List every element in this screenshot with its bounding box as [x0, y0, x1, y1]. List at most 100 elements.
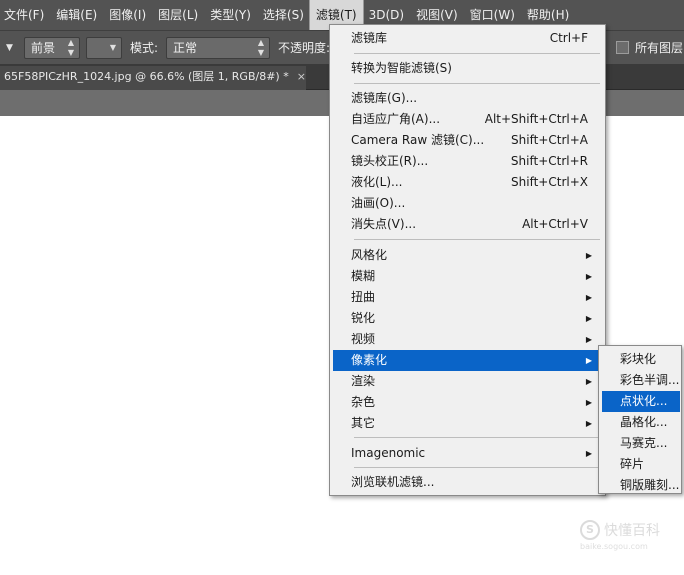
menu-item-liquify[interactable]: 液化(L)... Shift+Ctrl+X [333, 172, 602, 193]
menu-separator [354, 467, 600, 468]
menu-file[interactable]: 文件(F) [0, 0, 50, 30]
menu-item-oil-paint[interactable]: 油画(O)... [333, 193, 602, 214]
watermark: S 快懂百科 baike.sogou.com [580, 518, 680, 558]
watermark-text: 快懂百科 [604, 523, 660, 539]
menu-item-blur[interactable]: 模糊 ▶ [333, 266, 602, 287]
menu-item-sharpen[interactable]: 锐化 ▶ [333, 308, 602, 329]
menu-item-label: 模糊 [351, 269, 376, 283]
submenu-item-label: 点状化... [620, 394, 668, 408]
menu-separator [354, 437, 600, 438]
menu-item-stylize[interactable]: 风格化 ▶ [333, 245, 602, 266]
tool-preset-caret-icon[interactable]: ▼ [6, 43, 13, 53]
menu-item-adaptive-wide-angle[interactable]: 自适应广角(A)... Alt+Shift+Ctrl+A [333, 109, 602, 130]
menu-item-distort[interactable]: 扭曲 ▶ [333, 287, 602, 308]
menu-item-vanishing-point[interactable]: 消失点(V)... Alt+Ctrl+V [333, 214, 602, 235]
menu-item-label: Camera Raw 滤镜(C)... [351, 133, 485, 147]
menu-item-label: Imagenomic [351, 446, 426, 460]
submenu-arrow-icon: ▶ [585, 272, 592, 281]
mode-label: 模式: [130, 41, 159, 55]
menu-item-pixelate[interactable]: 像素化 ▶ [333, 350, 602, 371]
menu-item-shortcut: Alt+Shift+Ctrl+A [484, 112, 588, 126]
submenu-item-label: 晶格化... [620, 415, 668, 429]
menu-type[interactable]: 类型(Y) [204, 0, 257, 30]
menu-separator [354, 239, 600, 240]
submenu-item-mosaic[interactable]: 马赛克... [602, 433, 680, 454]
close-icon[interactable]: × [297, 70, 306, 83]
submenu-item-fragment[interactable]: 碎片 [602, 454, 680, 475]
menu-item-shortcut: Alt+Ctrl+V [522, 217, 588, 231]
menu-item-label: 浏览联机滤镜... [351, 475, 435, 489]
menu-item-lens-correction[interactable]: 镜头校正(R)... Shift+Ctrl+R [333, 151, 602, 172]
submenu-item-pointillize[interactable]: 点状化... [602, 391, 680, 412]
menu-item-label: 液化(L)... [351, 175, 403, 189]
menu-item-label: 扭曲 [351, 290, 376, 304]
submenu-arrow-icon: ▶ [585, 377, 592, 386]
document-tab-title: 65F58PICzHR_1024.jpg @ 66.6% (图层 1, RGB/… [4, 70, 289, 83]
menu-item-camera-raw[interactable]: Camera Raw 滤镜(C)... Shift+Ctrl+A [333, 130, 602, 151]
submenu-arrow-icon: ▶ [585, 356, 592, 365]
submenu-item-label: 碎片 [620, 457, 645, 471]
pattern-picker[interactable]: ▼ [86, 37, 122, 59]
fill-source-select[interactable]: 前景 ▲ ▼ [24, 37, 80, 59]
menu-item-label: 滤镜库(G)... [351, 91, 418, 105]
submenu-item-crystallize[interactable]: 晶格化... [602, 412, 680, 433]
menu-item-label: 自适应广角(A)... [351, 112, 441, 126]
menu-item-filter-gallery-last[interactable]: 滤镜库 Ctrl+F [333, 28, 602, 49]
submenu-item-label: 铜版雕刻... [620, 478, 680, 492]
all-layers-label: 所有图层 [635, 41, 684, 55]
all-layers-checkbox[interactable] [616, 41, 629, 54]
menu-item-label: 像素化 [351, 353, 388, 367]
updown-arrow-icon: ▲ ▼ [67, 38, 74, 57]
filter-menu: 滤镜库 Ctrl+F 转换为智能滤镜(S) 滤镜库(G)... 自适应广角(A)… [329, 24, 606, 496]
submenu-arrow-icon: ▶ [585, 335, 592, 344]
fill-source-value: 前景 [31, 41, 56, 55]
menu-select[interactable]: 选择(S) [257, 0, 310, 30]
updown-arrow-icon: ▲ ▼ [257, 38, 264, 57]
menu-item-video[interactable]: 视频 ▶ [333, 329, 602, 350]
opacity-label: 不透明度: [278, 41, 331, 55]
watermark-subtext: baike.sogou.com [580, 542, 648, 551]
menu-item-imagenomic[interactable]: Imagenomic ▶ [333, 443, 602, 464]
menu-item-filter-gallery[interactable]: 滤镜库(G)... [333, 88, 602, 109]
submenu-arrow-icon: ▶ [585, 293, 592, 302]
menu-item-label: 视频 [351, 332, 376, 346]
menu-item-noise[interactable]: 杂色 ▶ [333, 392, 602, 413]
pixelate-submenu: 彩块化 彩色半调... 点状化... 晶格化... 马赛克... 碎片 铜版雕刻… [598, 345, 682, 494]
blend-mode-value: 正常 [173, 41, 198, 55]
submenu-arrow-icon: ▶ [585, 419, 592, 428]
submenu-item-label: 彩色半调... [620, 373, 680, 387]
menu-item-label: 消失点(V)... [351, 217, 417, 231]
submenu-arrow-icon: ▶ [585, 449, 592, 458]
menu-item-label: 其它 [351, 416, 376, 430]
menu-item-shortcut: Shift+Ctrl+X [511, 175, 588, 189]
menu-item-other[interactable]: 其它 ▶ [333, 413, 602, 434]
submenu-item-color-halftone[interactable]: 彩色半调... [602, 370, 680, 391]
submenu-item-label: 彩块化 [620, 352, 657, 366]
menu-item-label: 滤镜库 [351, 31, 388, 45]
menu-item-label: 渲染 [351, 374, 376, 388]
menu-item-convert-smart-filter[interactable]: 转换为智能滤镜(S) [333, 58, 602, 79]
menu-item-render[interactable]: 渲染 ▶ [333, 371, 602, 392]
menu-item-label: 转换为智能滤镜(S) [351, 61, 452, 75]
menu-image[interactable]: 图像(I) [103, 0, 152, 30]
submenu-arrow-icon: ▶ [585, 251, 592, 260]
watermark-logo-icon: S [580, 520, 600, 540]
chevron-down-icon: ▼ [109, 43, 116, 52]
menu-item-shortcut: Shift+Ctrl+R [510, 154, 588, 168]
submenu-item-label: 马赛克... [620, 436, 668, 450]
menu-separator [354, 83, 600, 84]
menu-layer[interactable]: 图层(L) [152, 0, 204, 30]
menu-item-label: 镜头校正(R)... [351, 154, 429, 168]
menu-item-shortcut: Ctrl+F [549, 31, 588, 45]
menu-item-label: 油画(O)... [351, 196, 406, 210]
menu-item-label: 锐化 [351, 311, 376, 325]
submenu-arrow-icon: ▶ [585, 398, 592, 407]
menu-edit[interactable]: 编辑(E) [50, 0, 103, 30]
submenu-item-mezzotint[interactable]: 铜版雕刻... [602, 475, 680, 496]
menu-item-label: 风格化 [351, 248, 388, 262]
blend-mode-select[interactable]: 正常 ▲ ▼ [166, 37, 270, 59]
menu-separator [354, 53, 600, 54]
menu-item-browse-online-filters[interactable]: 浏览联机滤镜... [333, 472, 602, 493]
submenu-item-facet[interactable]: 彩块化 [602, 349, 680, 370]
document-tab[interactable]: 65F58PICzHR_1024.jpg @ 66.6% (图层 1, RGB/… [0, 66, 306, 90]
